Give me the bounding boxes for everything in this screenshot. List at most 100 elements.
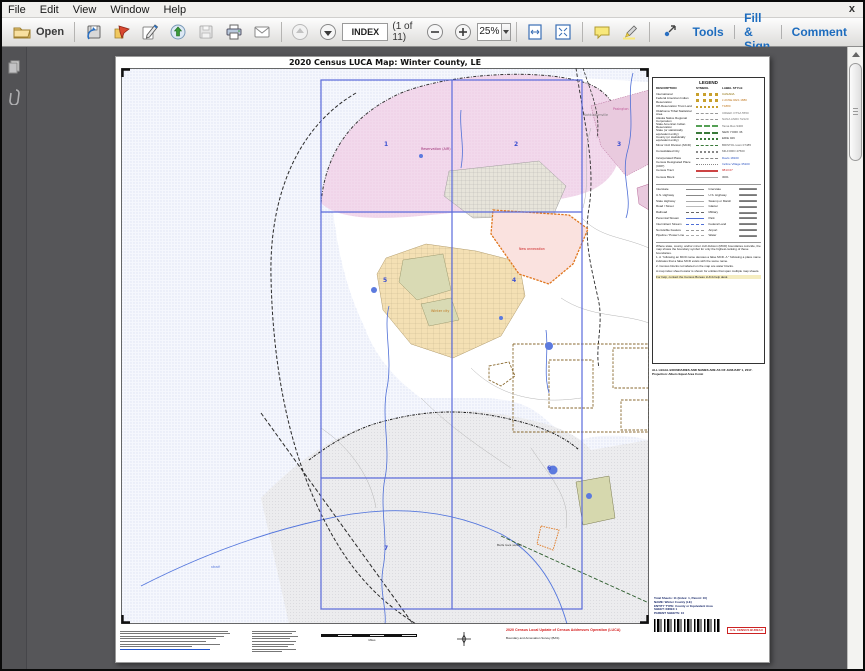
open-button[interactable]: Open xyxy=(9,21,68,43)
scrollbar-up-button[interactable] xyxy=(848,47,863,61)
legend-row-description: State Highway xyxy=(656,200,686,203)
sign-button[interactable] xyxy=(137,21,163,43)
save-button[interactable] xyxy=(81,21,107,43)
projection-text-lines xyxy=(252,629,300,654)
arrow-down-icon xyxy=(319,23,337,41)
vertical-scrollbar[interactable] xyxy=(847,47,863,669)
zoom-level-value[interactable]: 25% xyxy=(477,23,501,41)
fit-width-button[interactable] xyxy=(522,21,548,43)
zoom-out-button[interactable] xyxy=(422,21,448,43)
legend-row-description: Airport xyxy=(709,229,739,232)
legend-row-symbol xyxy=(696,151,722,153)
legend-row-labelstyle: Incline Village 35100 xyxy=(722,163,761,166)
sheet-number: 1 xyxy=(384,141,388,148)
save-disabled-button[interactable] xyxy=(193,21,219,43)
sheet-number: 2 xyxy=(514,141,518,148)
printer-icon xyxy=(225,23,243,41)
sheet-info-block: Total Sheets: 11 (Index: 1, Parent: 10)N… xyxy=(654,597,766,632)
menu-item[interactable]: Window xyxy=(110,4,149,16)
legend-row-description: Road / Street xyxy=(656,205,686,208)
toolbar: Open (1 of 11) 25% Tools Fill & Sign xyxy=(2,18,863,47)
menu-item[interactable]: View xyxy=(73,4,97,16)
legend-row-description: Nonvisible Feature xyxy=(656,229,686,232)
envelope-icon xyxy=(253,23,271,41)
legend-row-symbol xyxy=(686,218,709,219)
legend-row-symbol xyxy=(696,177,722,178)
attachments-paperclip-icon[interactable] xyxy=(6,87,22,105)
legend-row-symbol xyxy=(686,195,709,196)
legend-panel: LEGEND DESCRIPTION SYMBOL LABEL STYLE In… xyxy=(652,77,765,364)
sheet-info-line: PARENT SHEETS: 10 xyxy=(654,612,766,616)
legend-title: LEGEND xyxy=(656,80,761,85)
legend-row-symbol xyxy=(686,189,709,190)
previous-page-button[interactable] xyxy=(287,21,313,43)
luca-title: 2020 Census Local Update of Census Addre… xyxy=(506,628,656,633)
scrollbar-thumb[interactable] xyxy=(849,63,862,161)
boundary-date-note: ALL LEGAL BOUNDARIES AND NAMES ARE AS OF… xyxy=(652,369,765,376)
legend-row: Pipeline / Power Line xyxy=(656,233,709,239)
marquee-zoom-button[interactable] xyxy=(656,21,682,43)
legend-row-description: Intermittent Stream xyxy=(656,223,686,226)
tools-panel-button[interactable]: Tools xyxy=(683,25,734,39)
legend-row-labelstyle: ERIE 029 xyxy=(722,137,761,140)
legend-row-description: Pipeline / Power Line xyxy=(656,234,686,237)
print-button[interactable] xyxy=(221,21,247,43)
email-button[interactable] xyxy=(249,21,275,43)
menu-item[interactable]: Edit xyxy=(40,4,59,16)
legend-note: Where state, county, and/or minor civil … xyxy=(656,245,761,255)
legend-row: Water xyxy=(709,233,762,239)
legend-row-description: Federal Land xyxy=(709,223,739,226)
legend-row-symbol xyxy=(696,158,722,159)
sheet-number: 4 xyxy=(512,277,516,284)
legend-row-description: U.S. Highway xyxy=(709,194,739,197)
legend-row-description: Glacier xyxy=(709,205,739,208)
acrobat-window: FileEditViewWindowHelp x Open (1 of 11) … xyxy=(0,0,865,671)
legend-row: Census Block 3001 xyxy=(656,174,761,180)
comment-panel-button[interactable]: Comment xyxy=(782,25,857,39)
navigation-pane-strip xyxy=(2,47,27,669)
fit-page-button[interactable] xyxy=(550,21,576,43)
sheet-number: 7 xyxy=(384,545,388,552)
census-map: 1 2 3 4 5 6 7 Reservation (AIR) Wahkiaku… xyxy=(121,68,649,624)
menu-item[interactable]: Help xyxy=(163,4,186,16)
highlighter-icon xyxy=(621,23,639,41)
legend-row-symbol xyxy=(739,206,762,208)
zoom-dropdown-button[interactable] xyxy=(502,23,511,41)
legend-row-labelstyle: CREEK OTSA 5550 xyxy=(722,112,761,115)
legend-headers: DESCRIPTION SYMBOL LABEL STYLE xyxy=(656,86,761,90)
operation-title-block: 2020 Census Local Update of Census Addre… xyxy=(506,628,656,640)
menu-item[interactable]: File xyxy=(8,4,26,16)
legend-row-symbol xyxy=(739,212,762,214)
bas-subtitle: Boundary and Annexation Survey (BAS) xyxy=(506,636,656,640)
legend-row-description: International xyxy=(656,93,696,96)
sheet-number: 3 xyxy=(617,141,621,148)
legend-row-description: Perennial Stream xyxy=(656,217,686,220)
document-area: 2020 Census LUCA Map: Winter County, LE xyxy=(2,47,863,669)
page-count-label: (1 of 11) xyxy=(392,21,415,43)
legend-row-symbol xyxy=(696,145,722,146)
speech-bubble-icon xyxy=(593,23,611,41)
annexation-label: New annexation xyxy=(519,247,545,251)
legend-row-symbol xyxy=(739,200,762,202)
scale-bar: Miles xyxy=(321,634,423,642)
reservation-label: Reservation (AIR) xyxy=(421,147,451,151)
legend-row-symbol xyxy=(686,230,709,231)
highlight-button[interactable] xyxy=(617,21,643,43)
page-thumbnails-icon[interactable] xyxy=(6,59,22,75)
north-arrow-icon xyxy=(456,631,472,647)
place-label: Pasington xyxy=(613,107,629,111)
upload-cloud-button[interactable] xyxy=(165,21,191,43)
next-page-button[interactable] xyxy=(315,21,341,43)
legend-row-symbol xyxy=(696,164,722,165)
legend-row-symbol xyxy=(686,224,709,225)
zoom-in-button[interactable] xyxy=(450,21,476,43)
send-file-button[interactable] xyxy=(109,21,135,43)
legend-row-description: Census Tract xyxy=(656,169,696,172)
legend-row-labelstyle: L'ANSE RES 1880 xyxy=(722,99,761,102)
legend-row-symbol xyxy=(696,99,722,102)
page-number-input[interactable] xyxy=(342,23,388,41)
legend-lines-column: Interstate U.S. Highway State Highway xyxy=(656,187,709,239)
chevron-down-icon xyxy=(503,30,509,34)
legend-row-labelstyle: Davis 18100 xyxy=(722,157,761,160)
comment-bubble-button[interactable] xyxy=(589,21,615,43)
